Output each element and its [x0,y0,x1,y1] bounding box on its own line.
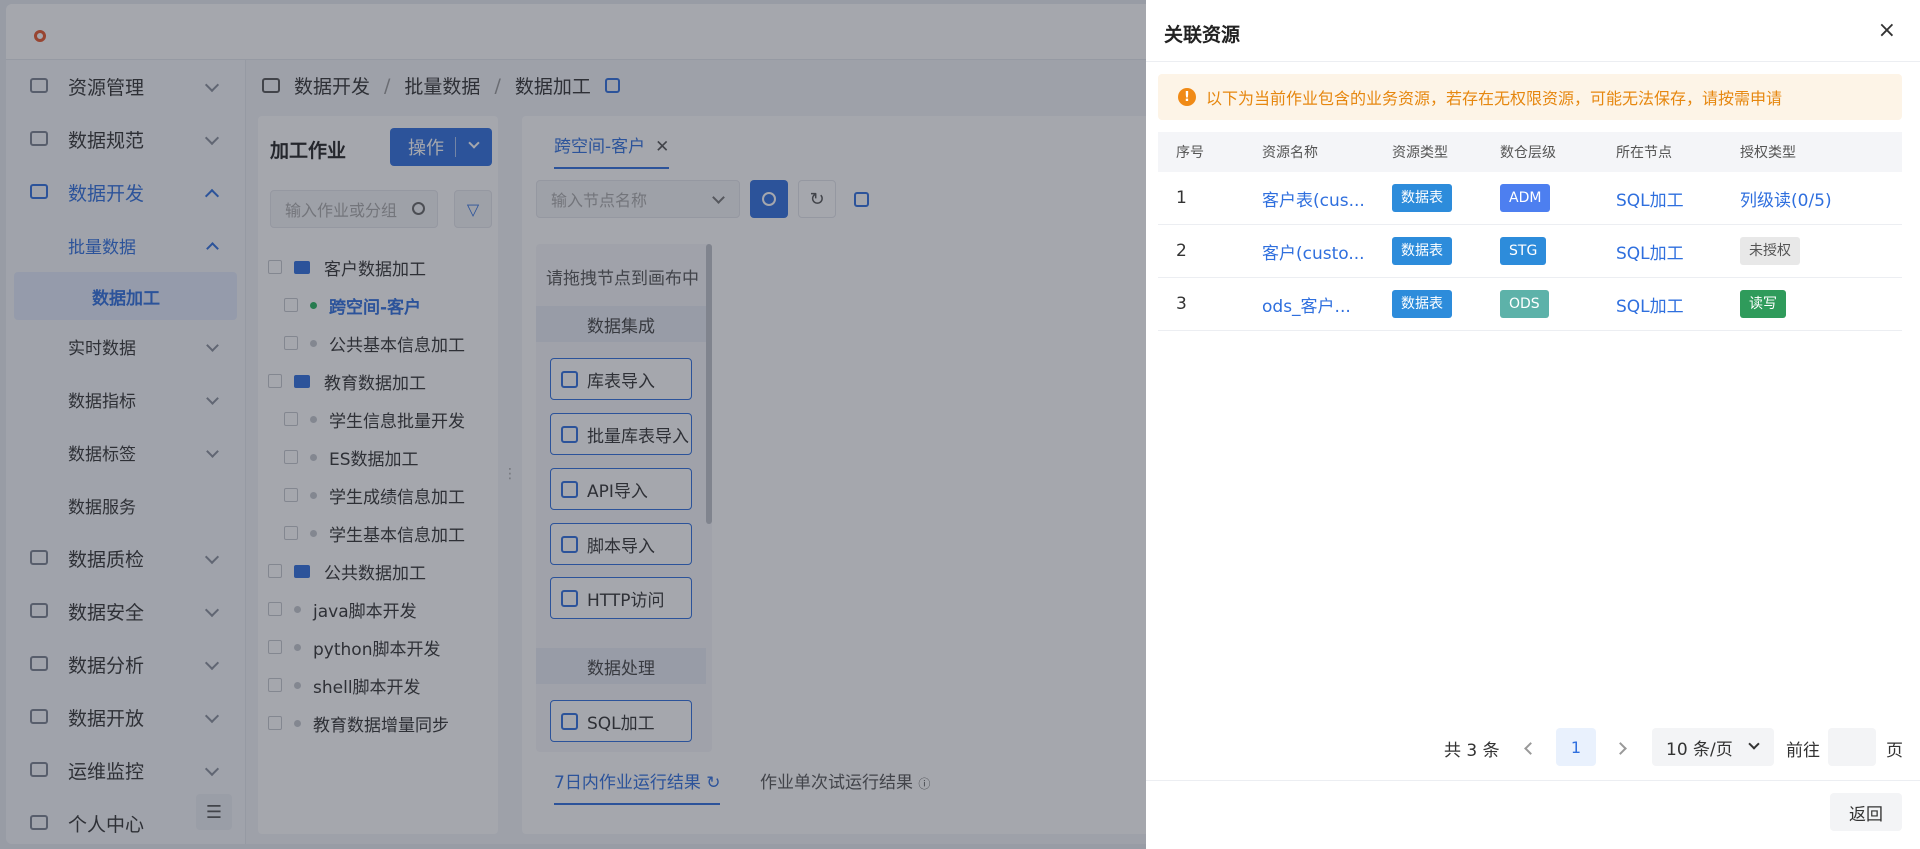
auth-status-tag: 读写 [1740,290,1786,318]
drawer-header: 关联资源 × [1146,0,1920,62]
chevron-down-icon [1748,738,1760,750]
goto-unit-label: 页 [1886,741,1903,761]
resource-table: 序号 资源名称 资源类型 数仓层级 所在节点 授权类型 1 客户表(cus...… [1158,132,1902,331]
layer-tag: ADM [1500,184,1551,212]
chevron-left-icon[interactable] [1524,742,1537,755]
close-icon[interactable]: × [1878,18,1896,43]
row-number: 1 [1176,188,1187,208]
column-header: 所在节点 [1616,145,1672,161]
column-header: 授权类型 [1740,145,1796,161]
resource-name-link[interactable]: 客户表(cus... [1252,186,1388,211]
goto-page-input[interactable] [1828,728,1876,766]
table-row: 1 客户表(cus... 数据表 ADM SQL加工 列级读(0/5) [1158,172,1902,225]
resource-name-link[interactable]: ods_客户... [1252,292,1388,317]
goto-label: 前往 [1786,741,1820,761]
column-header: 序号 [1176,145,1204,161]
layer-tag: ODS [1500,290,1549,318]
drawer-footer: 返回 [1146,780,1920,849]
table-header: 序号 资源名称 资源类型 数仓层级 所在节点 授权类型 [1158,132,1902,172]
back-button[interactable]: 返回 [1830,793,1902,831]
row-number: 2 [1176,241,1187,261]
pagination-total: 共 3 条 [1444,741,1500,761]
column-header: 资源类型 [1392,145,1448,161]
alert-text: 以下为当前作业包含的业务资源，若存在无权限资源，可能无法保存，请按需申请 [1206,89,1783,108]
auth-type-link[interactable]: 列级读(0/5) [1740,191,1832,211]
layer-tag: STG [1500,237,1547,265]
drawer-title: 关联资源 [1164,24,1241,46]
page-size-select[interactable]: 10 条/页 [1652,728,1774,766]
resource-type-tag: 数据表 [1392,290,1452,318]
resource-name-link[interactable]: 客户(custo... [1252,239,1388,264]
column-header: 数仓层级 [1500,145,1556,161]
column-header: 资源名称 [1262,145,1318,161]
node-link[interactable]: SQL加工 [1610,186,1740,211]
node-link[interactable]: SQL加工 [1610,292,1740,317]
row-number: 3 [1176,294,1187,314]
warning-alert: ! 以下为当前作业包含的业务资源，若存在无权限资源，可能无法保存，请按需申请 [1158,74,1902,120]
pagination: 共 3 条 1 10 条/页 前往 页 [1146,728,1920,768]
node-link[interactable]: SQL加工 [1610,239,1740,264]
related-resources-drawer: 关联资源 × ! 以下为当前作业包含的业务资源，若存在无权限资源，可能无法保存，… [1146,0,1920,849]
page-size-value: 10 条/页 [1666,739,1733,760]
resource-type-tag: 数据表 [1392,237,1452,265]
table-row: 3 ods_客户... 数据表 ODS SQL加工 读写 [1158,278,1902,331]
warning-icon: ! [1178,88,1196,106]
chevron-right-icon[interactable] [1614,742,1627,755]
table-row: 2 客户(custo... 数据表 STG SQL加工 未授权 [1158,225,1902,278]
resource-type-tag: 数据表 [1392,184,1452,212]
pagination-page[interactable]: 1 [1556,728,1596,766]
auth-status-tag: 未授权 [1740,237,1800,265]
